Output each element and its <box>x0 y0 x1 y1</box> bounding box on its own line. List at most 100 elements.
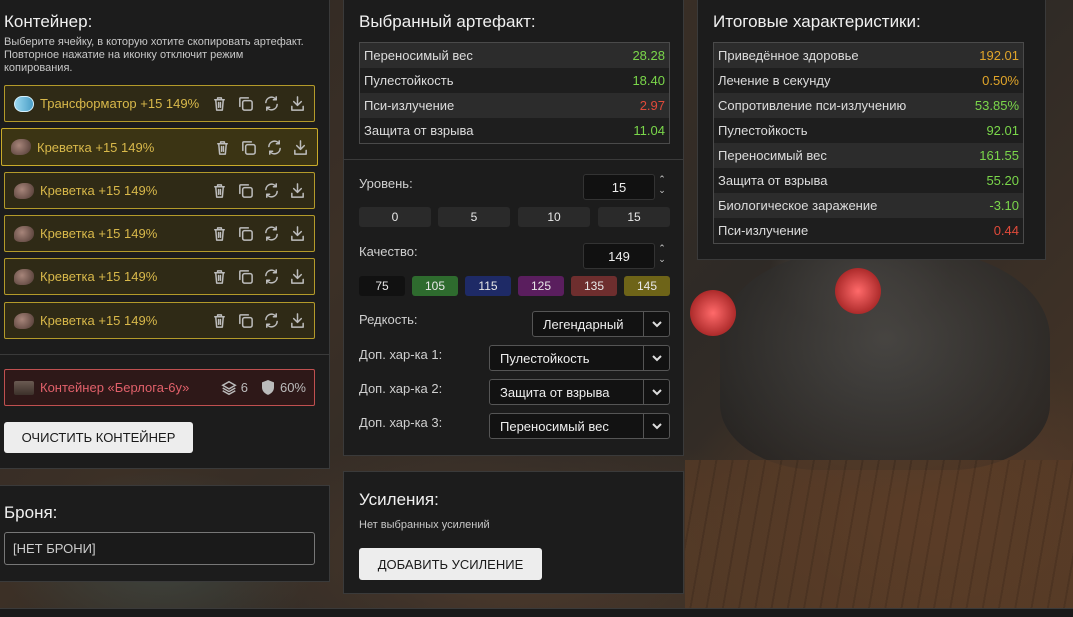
stat-label: Сопротивление пси-излучению <box>718 98 907 113</box>
stat-label: Защита от взрыва <box>718 173 828 188</box>
download-icon[interactable] <box>292 139 309 156</box>
level-stepper[interactable]: ⌃ ⌄ <box>657 174 667 196</box>
download-icon[interactable] <box>289 225 306 242</box>
trash-icon[interactable] <box>211 182 228 199</box>
swap-icon[interactable] <box>263 95 280 112</box>
stat-label: Биологическое заражение <box>718 198 878 213</box>
slot-actions <box>214 139 309 156</box>
add-boost-button[interactable]: ДОБАВИТЬ УСИЛЕНИЕ <box>359 548 542 580</box>
extra1-select[interactable]: Пулестойкость <box>489 345 670 371</box>
swap-icon[interactable] <box>266 139 283 156</box>
container-slot[interactable]: Трансформатор +15 149% <box>4 85 315 122</box>
container-slot[interactable]: Креветка +15 149% <box>1 128 318 166</box>
stat-value: 0.44 <box>993 223 1019 238</box>
quality-label: Качество: <box>359 244 418 259</box>
copy-icon[interactable] <box>237 312 254 329</box>
slot-label: Креветка +15 149% <box>40 183 158 198</box>
swap-icon[interactable] <box>263 182 280 199</box>
shrimp-artifact-icon <box>14 225 34 242</box>
background-helmet <box>720 250 1050 470</box>
stat-row: Биологическое заражение -3.10 <box>714 193 1023 218</box>
level-preset-button[interactable]: 10 <box>518 207 590 227</box>
stat-label: Лечение в секунду <box>718 73 831 88</box>
container-slots-count: 6 <box>240 380 248 395</box>
stat-value: 28.28 <box>632 48 665 63</box>
stat-label: Переносимый вес <box>364 48 473 63</box>
slot-label: Креветка +15 149% <box>40 269 158 284</box>
quality-preset-button[interactable]: 105 <box>412 276 458 296</box>
stat-label: Пси-излучение <box>364 98 455 113</box>
chevron-down-icon <box>643 414 669 438</box>
level-preset-button[interactable]: 0 <box>359 207 431 227</box>
stat-value: 92.01 <box>986 123 1019 138</box>
copy-icon[interactable] <box>240 139 257 156</box>
container-slot[interactable]: Креветка +15 149% <box>4 172 315 209</box>
extra1-label: Доп. хар-ка 1: <box>359 347 443 362</box>
extra3-label: Доп. хар-ка 3: <box>359 415 443 430</box>
shrimp-artifact-icon <box>14 312 34 329</box>
stat-row: Пулестойкость 92.01 <box>714 118 1023 143</box>
slot-label: Креветка +15 149% <box>37 139 155 155</box>
level-preset-button[interactable]: 5 <box>438 207 510 227</box>
stat-row: Сопротивление пси-излучению 53.85% <box>714 93 1023 118</box>
stat-value: -3.10 <box>989 198 1019 213</box>
quality-preset-button[interactable]: 135 <box>571 276 617 296</box>
stat-value: 192.01 <box>979 48 1019 63</box>
stat-row: Пулестойкость 18.40 <box>360 68 669 93</box>
quality-preset-button[interactable]: 145 <box>624 276 670 296</box>
stat-label: Защита от взрыва <box>364 123 474 138</box>
swap-icon[interactable] <box>263 225 280 242</box>
container-slot[interactable]: Креветка +15 149% <box>4 258 315 295</box>
background-red-lens <box>690 290 736 336</box>
quality-input[interactable]: 149 <box>583 243 655 269</box>
quality-preset-button[interactable]: 115 <box>465 276 511 296</box>
artifact-stats-table: Переносимый вес 28.28 Пулестойкость 18.40 Пс… <box>359 42 670 144</box>
level-input[interactable]: 15 <box>583 174 655 200</box>
rarity-select[interactable]: Легендарный <box>532 311 670 337</box>
stat-label: Пулестойкость <box>364 73 454 88</box>
download-icon[interactable] <box>289 268 306 285</box>
copy-icon[interactable] <box>237 225 254 242</box>
trash-icon[interactable] <box>211 225 228 242</box>
container-info[interactable]: Контейнер «Берлога-6у» 6 60% <box>4 369 315 406</box>
quality-stepper[interactable]: ⌃ ⌄ <box>657 243 667 265</box>
stat-row: Пси-излучение 0.44 <box>714 218 1023 243</box>
transformer-artifact-icon <box>14 95 34 112</box>
copy-icon[interactable] <box>237 182 254 199</box>
level-preset-button[interactable]: 15 <box>598 207 670 227</box>
armor-field[interactable]: [НЕТ БРОНИ] <box>4 532 315 565</box>
trash-icon[interactable] <box>211 312 228 329</box>
shrimp-artifact-icon <box>14 268 34 285</box>
background-bottom-bar <box>0 608 1073 617</box>
extra2-select[interactable]: Защита от взрыва <box>489 379 670 405</box>
extra3-select[interactable]: Переносимый вес <box>489 413 670 439</box>
boosts-empty-text: Нет выбранных усилений <box>359 519 490 531</box>
download-icon[interactable] <box>289 95 306 112</box>
trash-icon[interactable] <box>211 95 228 112</box>
rarity-label: Редкость: <box>359 312 418 327</box>
download-icon[interactable] <box>289 182 306 199</box>
slot-actions <box>211 268 306 285</box>
slot-label: Креветка +15 149% <box>40 313 158 328</box>
chevron-down-icon <box>643 312 669 336</box>
quality-preset-button[interactable]: 125 <box>518 276 564 296</box>
container-protection: 60% <box>279 380 306 395</box>
copy-icon[interactable] <box>237 95 254 112</box>
slot-label: Креветка +15 149% <box>40 226 158 241</box>
copy-icon[interactable] <box>237 268 254 285</box>
stat-value: 0.50% <box>982 73 1019 88</box>
extra2-value: Защита от взрыва <box>500 384 610 400</box>
container-slot[interactable]: Креветка +15 149% <box>4 215 315 252</box>
container-slot[interactable]: Креветка +15 149% <box>4 302 315 339</box>
download-icon[interactable] <box>289 312 306 329</box>
stat-value: 55.20 <box>986 173 1019 188</box>
quality-preset-button[interactable]: 75 <box>359 276 405 296</box>
trash-icon[interactable] <box>214 139 231 156</box>
swap-icon[interactable] <box>263 312 280 329</box>
background-red-lens <box>835 268 881 314</box>
trash-icon[interactable] <box>211 268 228 285</box>
swap-icon[interactable] <box>263 268 280 285</box>
stat-label: Пулестойкость <box>718 123 808 138</box>
panel-divider <box>0 354 329 355</box>
clear-container-button[interactable]: ОЧИСТИТЬ КОНТЕЙНЕР <box>4 422 193 453</box>
